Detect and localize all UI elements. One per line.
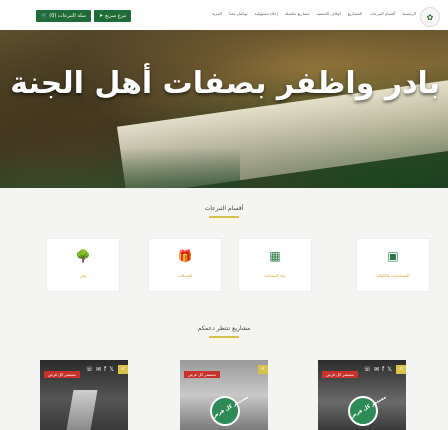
nav-item-categories[interactable]: أقسام التبرعات [369,11,395,16]
quick-donate-button[interactable]: ➤ تبرع سريع [93,10,132,22]
top-header: 🛒 سلة التبرعات (0) ➤ تبرع سريع الرئيسية … [0,0,448,31]
categories-heading-underline [209,216,239,218]
nav-item-completed[interactable]: مشاريع مكتملة [285,11,310,16]
project-card[interactable]: مستمر كل فرض ☏ ✉ f 𝕏 < [40,360,128,430]
category-card-charity[interactable]: 🎁 الصدقات [148,238,222,292]
project-card[interactable]: مستمر كل فرض < مستمر كل فرض [180,360,268,430]
category-label: المساعدات والكفالة [376,273,410,278]
project-tag: مستمر كل فرض [184,371,220,378]
email-icon[interactable]: ✉ [96,366,101,373]
cart-icon: 🛒 [41,13,48,19]
hero-title: بادر واظفر بصفات أهل الجنة [10,66,440,101]
category-label: ولي [79,273,87,278]
project-card[interactable]: مستمر كل فرض ☏ ✉ f 𝕏 < مستمر كل فرض [318,360,406,430]
header-actions: 🛒 سلة التبرعات (0) ➤ تبرع سريع [36,10,132,22]
quick-donate-label: تبرع سريع [105,13,127,19]
category-card-mosques[interactable]: ▦ بناء المساجد [238,238,312,292]
projects-heading: مشاريع تنتظر دعمكم [197,325,251,332]
facebook-icon[interactable]: f [104,366,106,373]
project-tag: مستمر كل فرض [322,371,358,378]
category-card-other[interactable]: 🌳 ولي [46,238,120,292]
hero-slider[interactable]: بادر واظفر بصفات أهل الجنة [0,30,448,188]
nav-item-more[interactable]: المزيد [212,11,222,16]
nav-item-projects[interactable]: المشاريع [348,11,363,16]
donation-cart-label: سلة التبرعات (0) [49,13,86,19]
nav-item-contact[interactable]: تواصل معنا [229,11,248,16]
whatsapp-icon[interactable]: ☏ [363,366,371,373]
project-image [66,390,98,430]
share-icon[interactable]: < [258,365,268,374]
facebook-icon[interactable]: f [382,366,384,373]
share-icon[interactable]: < [396,365,406,374]
gift-icon: 🎁 [177,249,193,263]
category-card-aid[interactable]: ▣ المساعدات والكفالة [356,238,430,292]
screen-icon: ▣ [387,249,399,263]
categories-heading: أقسام التبرعات [204,205,244,212]
building-icon: ▦ [269,249,281,263]
category-label: الصدقات [177,273,193,278]
nav-item-home[interactable]: الرئيسية [402,11,416,16]
email-icon[interactable]: ✉ [374,366,379,373]
project-share-icons: ☏ ✉ f 𝕏 [85,366,114,373]
main-nav: الرئيسية أقسام التبرعات المشاريع أوقاف ا… [212,11,416,16]
project-share-icons: ☏ ✉ f 𝕏 [363,366,392,373]
hero-image-shade [0,148,240,188]
donation-cart-button[interactable]: 🛒 سلة التبرعات (0) [36,10,91,22]
nav-item-disclaimer[interactable]: إخلاء مسؤولية [254,11,277,16]
site-logo[interactable]: ✿ [420,7,440,27]
projects-heading-underline [209,336,239,338]
project-tag: مستمر كل فرض [44,371,80,378]
twitter-icon[interactable]: 𝕏 [387,366,392,373]
tree-icon: 🌳 [75,249,91,263]
whatsapp-icon[interactable]: ☏ [85,366,93,373]
send-icon: ➤ [98,13,104,19]
twitter-icon[interactable]: 𝕏 [109,366,114,373]
share-icon[interactable]: < [118,365,128,374]
category-label: بناء المساجد [264,273,286,278]
nav-item-endowments[interactable]: أوقاف الجمعية [317,11,341,16]
